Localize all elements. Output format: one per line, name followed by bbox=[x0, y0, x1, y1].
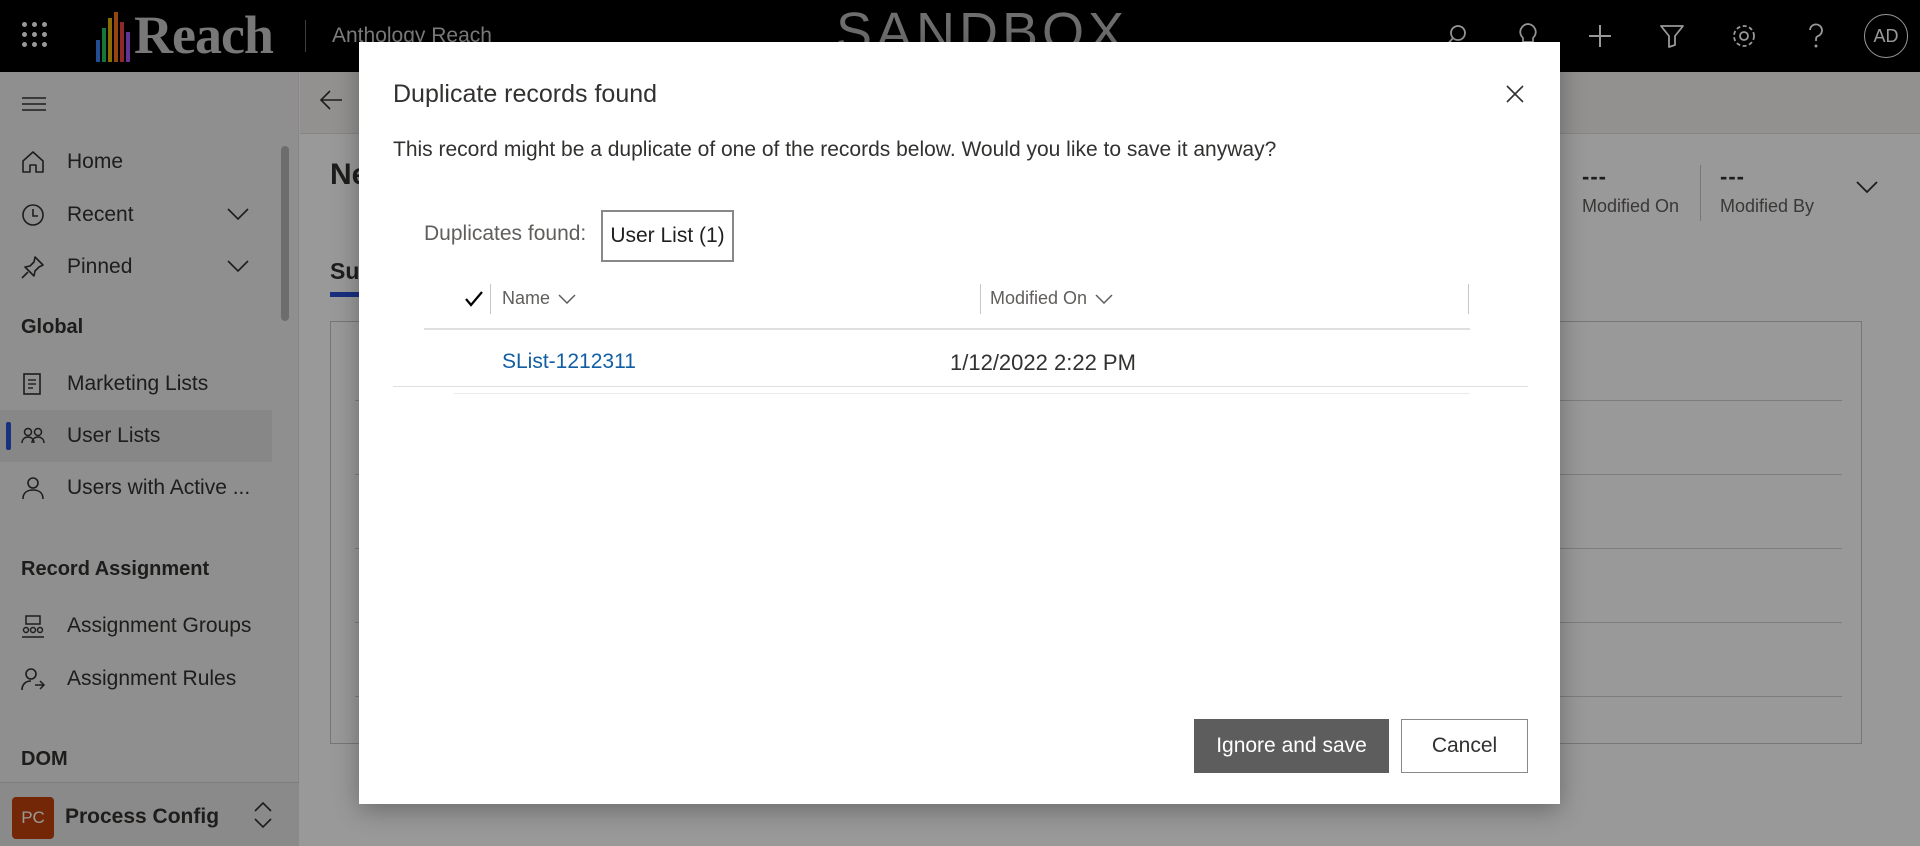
record-modified-on: 1/12/2022 2:22 PM bbox=[950, 350, 1136, 375]
duplicate-detection-dialog: Duplicate records found This record migh… bbox=[359, 42, 1560, 804]
record-name-link[interactable]: SList-1212311 bbox=[502, 350, 636, 374]
cancel-button[interactable]: Cancel bbox=[1401, 719, 1528, 773]
dialog-message: This record might be a duplicate of one … bbox=[393, 138, 1277, 161]
tab-user-list[interactable]: User List (1) bbox=[601, 210, 734, 262]
dialog-title: Duplicate records found bbox=[393, 80, 658, 108]
column-divider bbox=[980, 284, 981, 314]
duplicates-found-label: Duplicates found: bbox=[424, 222, 587, 245]
column-divider bbox=[1468, 284, 1469, 314]
grid-bottom-divider bbox=[393, 386, 1528, 387]
grid-header: Name Modified On bbox=[424, 274, 1470, 330]
column-header-modified-on[interactable]: Modified On bbox=[990, 288, 1113, 309]
column-header-name[interactable]: Name bbox=[502, 288, 576, 309]
column-divider bbox=[490, 284, 491, 314]
column-header-label: Modified On bbox=[990, 288, 1088, 308]
table-row[interactable]: SList-1212311 1/12/2022 2:22 PM bbox=[454, 332, 1470, 394]
close-icon[interactable] bbox=[1499, 78, 1531, 110]
chevron-down-icon bbox=[1095, 288, 1113, 309]
chevron-down-icon bbox=[558, 288, 576, 309]
column-header-label: Name bbox=[502, 288, 551, 308]
select-all-checkmark-icon[interactable] bbox=[464, 290, 484, 313]
ignore-and-save-button[interactable]: Ignore and save bbox=[1194, 719, 1389, 773]
